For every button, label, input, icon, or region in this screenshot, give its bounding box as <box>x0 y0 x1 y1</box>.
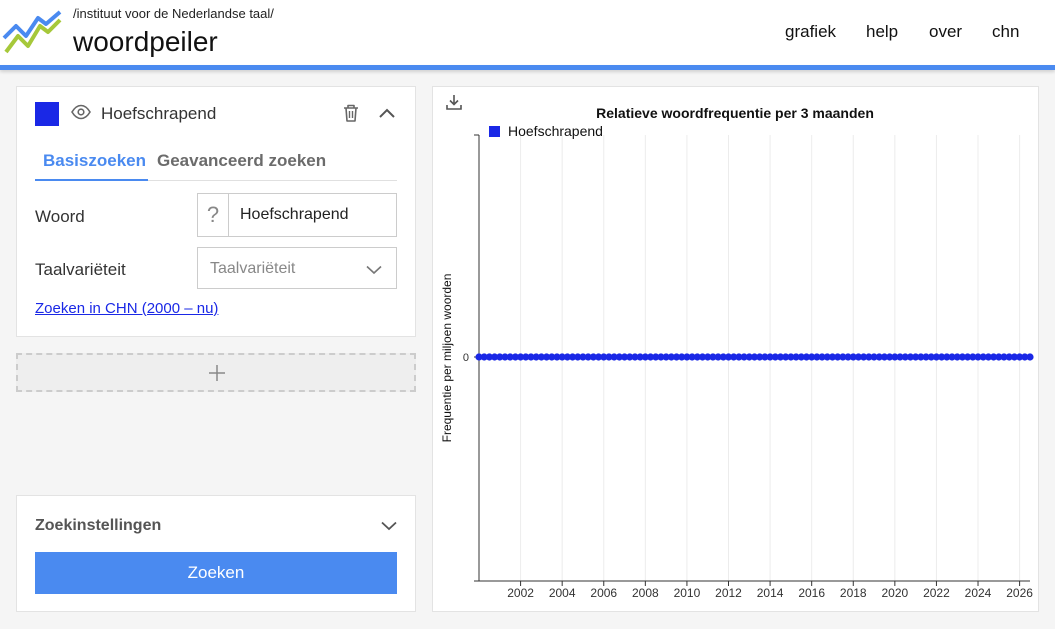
eye-icon[interactable] <box>71 104 91 125</box>
settings-panel: Zoekinstellingen Zoeken <box>16 495 416 612</box>
search-term-panel: Hoefschrapend Basiszoeken Geavanceerd zo… <box>16 86 416 337</box>
legend-label: Hoefschrapend <box>508 123 603 139</box>
nav-over[interactable]: over <box>929 22 962 42</box>
x-tick-label: 2020 <box>881 586 908 600</box>
org-name: /instituut voor de Nederlandse taal/ <box>73 6 274 21</box>
tab-basiszoeken[interactable]: Basiszoeken <box>43 151 146 171</box>
term-color-swatch[interactable] <box>35 102 59 126</box>
chn-search-link[interactable]: Zoeken in CHN (2000 – nu) <box>35 300 218 317</box>
question-icon[interactable]: ? <box>198 194 229 236</box>
x-tick-label: 2002 <box>507 586 534 600</box>
chart-svg: Relatieve woordfrequentie per 3 maanden 2… <box>440 105 1034 600</box>
nav-chn[interactable]: chn <box>992 22 1019 42</box>
active-tab-indicator <box>35 179 148 181</box>
brand-title[interactable]: woordpeiler <box>73 26 218 58</box>
plus-icon <box>208 364 226 387</box>
app-header: /instituut voor de Nederlandse taal/ woo… <box>0 0 1055 65</box>
x-tick-label: 2014 <box>757 586 784 600</box>
x-tick-label: 2016 <box>798 586 825 600</box>
tab-geavanceerd-zoeken[interactable]: Geavanceerd zoeken <box>157 151 326 171</box>
x-tick-label: 2008 <box>632 586 659 600</box>
nav-help[interactable]: help <box>866 22 898 42</box>
variety-label: Taalvariëteit <box>35 260 126 279</box>
chevron-down-icon[interactable] <box>381 518 397 536</box>
chart-panel: Relatieve woordfrequentie per 3 maanden 2… <box>432 86 1039 612</box>
x-tick-label: 2024 <box>965 586 992 600</box>
y-axis-label: Frequentie per miljoen woorden <box>440 274 454 443</box>
woord-input-value[interactable]: Hoefschrapend <box>240 206 349 224</box>
add-term-button[interactable] <box>16 353 416 392</box>
data-point <box>1026 353 1034 361</box>
y-tick-label: 0 <box>463 352 469 364</box>
woord-label: Woord <box>35 207 85 226</box>
x-tick-label: 2022 <box>923 586 950 600</box>
woord-input[interactable]: ? Hoefschrapend <box>197 193 397 237</box>
trash-icon[interactable] <box>342 103 360 128</box>
chevron-down-icon[interactable] <box>366 262 382 280</box>
x-tick-label: 2026 <box>1006 586 1033 600</box>
variety-placeholder: Taalvariëteit <box>210 260 296 277</box>
x-tick-label: 2010 <box>674 586 701 600</box>
x-tick-label: 2006 <box>590 586 617 600</box>
x-tick-label: 2012 <box>715 586 742 600</box>
nav-grafiek[interactable]: grafiek <box>785 22 836 42</box>
x-tick-label: 2004 <box>549 586 576 600</box>
chevron-up-icon[interactable] <box>378 106 396 124</box>
variety-select[interactable]: Taalvariëteit <box>197 247 397 289</box>
legend-swatch <box>489 126 500 137</box>
settings-title[interactable]: Zoekinstellingen <box>35 517 161 535</box>
logo-icon[interactable] <box>2 8 64 61</box>
x-tick-label: 2018 <box>840 586 867 600</box>
chart-title: Relatieve woordfrequentie per 3 maanden <box>596 105 874 121</box>
term-name: Hoefschrapend <box>101 104 217 123</box>
search-button[interactable]: Zoeken <box>35 552 397 594</box>
header-accent-bar <box>0 65 1055 70</box>
